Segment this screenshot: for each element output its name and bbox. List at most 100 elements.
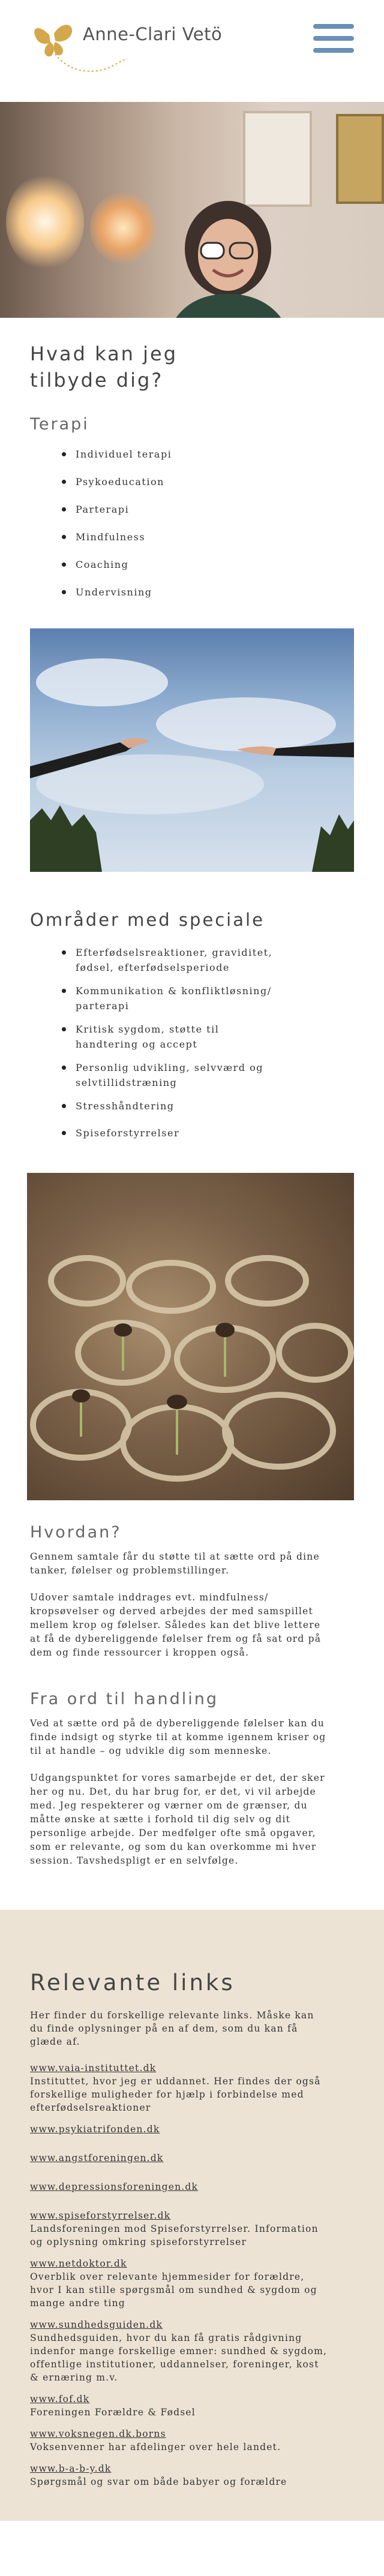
list-item: Individuel terapi <box>30 447 354 462</box>
text-line: Ved at sætte ord på de dybereliggende fø… <box>30 1718 325 1729</box>
text-line: som er relevante, og som du kan overkomm… <box>30 1841 317 1852</box>
list-item-line: selvtillidstræning <box>76 1077 178 1088</box>
special-list: Efterfødselsreaktioner, graviditet, føds… <box>30 945 354 1140</box>
offer-section: Hvad kan jeg tilbyde dig? Terapi Individ… <box>0 318 384 600</box>
list-item: Psykoeducation <box>30 474 354 489</box>
text-line: indenfor mange forskellige emner: sundhe… <box>30 2346 328 2357</box>
text-line: Overblik over relevante hjemmesider for … <box>30 2271 305 2282</box>
list-item-line: fødsel, efterfødselsperiode <box>76 962 230 973</box>
text-line: mange andre ting <box>30 2298 125 2309</box>
portrait-person <box>176 201 281 318</box>
how-paragraph-2: Udover samtale inddrages evt. mindfulnes… <box>30 1591 354 1660</box>
action-title: Fra ord til handling <box>30 1690 218 1708</box>
how-paragraph-1: Gennem samtale får du støtte til at sætt… <box>30 1550 354 1578</box>
link-netdoktor[interactable]: www.netdoktor.dk <box>30 2257 354 2270</box>
list-item: Coaching <box>30 557 354 572</box>
list-item-line: Stresshåndtering <box>76 1100 175 1112</box>
text-line: hvor I kan stille spørgsmål om sundhed &… <box>30 2285 317 2295</box>
text-line: mellem krop og følelser. Således kan det… <box>30 1620 321 1630</box>
action-section: Fra ord til handling Ved at sætte ord på… <box>0 1660 384 1868</box>
text-line: Spørgsmål og svar om både babyer og foræ… <box>30 2476 287 2487</box>
link-vaia-instituttet[interactable]: www.vaia-instituttet.dk <box>30 2062 354 2075</box>
menu-bar <box>313 36 354 41</box>
list-item: Kritisk sygdom, støtte til handtering og… <box>30 1022 354 1052</box>
text-line: Landsforeningen mod Spiseforstyrrelser. … <box>30 2223 319 2234</box>
text-line: dem og finde ressourcer i kroppen også. <box>30 1647 250 1658</box>
list-item: Personlig udvikling, selvværd og selvtil… <box>30 1060 354 1090</box>
link-entry: www.fof.dk Foreningen Forældre & Fødsel <box>30 2393 354 2419</box>
list-item-line: handtering og accept <box>76 1039 198 1050</box>
link-psykiatrifonden[interactable]: www.psykiatrifonden.dk <box>30 2123 354 2136</box>
link-description: Spørgsmål og svar om både babyer og foræ… <box>30 2475 354 2488</box>
link-description: Instituttet, hvor jeg er uddannet. Her f… <box>30 2075 354 2114</box>
text-line: med. Jeg respekterer og værner om de græ… <box>30 1800 308 1811</box>
text-line: Voksenvenner har afdelinger over hele la… <box>30 2442 281 2452</box>
menu-bar <box>313 48 354 53</box>
link-entry: www.vaia-instituttet.dk Instituttet, hvo… <box>30 2062 354 2114</box>
text-line: finde indsigt og styrke til at komme ige… <box>30 1732 326 1743</box>
link-description: Sundhedsguiden, hvor du kan få gratis rå… <box>30 2331 354 2384</box>
link-description: Foreningen Forældre & Fødsel <box>30 2406 354 2419</box>
link-spiseforstyrrelser[interactable]: www.spiseforstyrrelser.dk <box>30 2209 354 2222</box>
site-header: Anne-Clari Vetö <box>0 0 384 102</box>
link-entry: www.b-a-b-y.dk Spørgsmål og svar om både… <box>30 2462 354 2488</box>
list-item-line: Kommunikation & konfliktløsning/ <box>76 985 272 997</box>
text-line: Instituttet, hvor jeg er uddannet. Her f… <box>30 2076 321 2087</box>
list-item: Spiseforstyrrelser <box>30 1126 354 1140</box>
links-section: Relevante links Her finder du forskellig… <box>0 1910 384 2521</box>
link-angstforeningen[interactable]: www.angstforeningen.dk <box>30 2151 354 2165</box>
links-intro: Her finder du forskellige relevante link… <box>30 2009 354 2048</box>
hamburger-menu-icon[interactable] <box>313 24 354 53</box>
action-paragraph-2: Udgangspunktet for vores samarbejde er d… <box>30 1771 354 1868</box>
link-entry: www.psykiatrifonden.dk <box>30 2123 354 2136</box>
title-line: Hvad kan jeg <box>30 342 178 365</box>
offer-title: Hvad kan jeg tilbyde dig? <box>30 341 354 393</box>
text-line: tanker, følelser og problemstillinger. <box>30 1565 230 1576</box>
link-entry: www.depressionsforeningen.dk <box>30 2180 354 2193</box>
therapy-title: Terapi <box>30 415 89 434</box>
text-line: og oplysning omkring spiseforstyrrelser <box>30 2237 247 2247</box>
link-fof[interactable]: www.fof.dk <box>30 2393 354 2406</box>
action-paragraph-1: Ved at sætte ord på de dybereliggende fø… <box>30 1717 354 1758</box>
text-line: Udover samtale inddrages evt. mindfulnes… <box>30 1592 269 1603</box>
text-line: Sundhedsguiden, hvor du kan få gratis rå… <box>30 2333 302 2343</box>
text-line: at få de dybereliggende følelser frem og… <box>30 1633 322 1644</box>
text-line: til at handle – og udvikle dig som menne… <box>30 1746 272 1756</box>
text-line: Foreningen Forældre & Fødsel <box>30 2407 196 2418</box>
link-entry: www.sundhedsguiden.dk Sundhedsguiden, hv… <box>30 2318 354 2384</box>
link-sundhedsguiden[interactable]: www.sundhedsguiden.dk <box>30 2318 354 2331</box>
text-line: forskellige muligheder for hjælp i forbi… <box>30 2089 304 2100</box>
special-title: Områder med speciale <box>30 910 265 930</box>
hands-illustration <box>30 658 354 872</box>
list-item-line: parterapi <box>76 1000 130 1012</box>
list-item: Undervisning <box>30 585 354 600</box>
list-item-line: Efterfødselsreaktioner, graviditet, <box>76 947 273 958</box>
links-title: Relevante links <box>30 1970 235 1996</box>
list-item: Mindfulness <box>30 529 354 544</box>
hands-sky-image <box>30 628 354 872</box>
list-item-line: Spiseforstyrrelser <box>76 1127 180 1139</box>
text-line: her og nu. Det, du har brug for, er det,… <box>30 1786 316 1797</box>
link-depressionsforeningen[interactable]: www.depressionsforeningen.dk <box>30 2180 354 2193</box>
link-b-a-b-y[interactable]: www.b-a-b-y.dk <box>30 2462 354 2475</box>
wall-picture <box>336 114 384 204</box>
brand-name[interactable]: Anne-Clari Vetö <box>83 24 222 44</box>
link-description: Landsforeningen mod Spiseforstyrrelser. … <box>30 2222 354 2249</box>
link-voksnegen[interactable]: www.voksnegen.dk.borns <box>30 2427 354 2440</box>
link-entry: www.voksnegen.dk.borns Voksenvenner har … <box>30 2427 354 2454</box>
link-description: Overblik over relevante hjemmesider for … <box>30 2270 354 2310</box>
text-line: Udgangspunktet for vores samarbejde er d… <box>30 1772 325 1783</box>
text-line: personlige arbejde. Der medfølger ofte s… <box>30 1828 316 1838</box>
lamp-light <box>6 174 84 270</box>
seedlings-image <box>27 1173 354 1500</box>
link-entry: www.netdoktor.dk Overblik over relevante… <box>30 2257 354 2310</box>
title-line: tilbyde dig? <box>30 369 164 392</box>
list-item: Efterfødselsreaktioner, graviditet, føds… <box>30 945 354 975</box>
special-section: Områder med speciale Efterfødselsreaktio… <box>0 872 384 1140</box>
text-line: efterfødselsreaktioner <box>30 2102 151 2113</box>
link-entry: www.angstforeningen.dk <box>30 2151 354 2165</box>
list-item-line: Kritisk sygdom, støtte til <box>76 1024 220 1035</box>
text-line: kropsøvelser og derved arbejdes der med … <box>30 1606 313 1617</box>
link-entry: www.spiseforstyrrelser.dk Landsforeninge… <box>30 2209 354 2249</box>
text-line: måtte ønske at sætte i forhold til dig s… <box>30 1814 291 1825</box>
